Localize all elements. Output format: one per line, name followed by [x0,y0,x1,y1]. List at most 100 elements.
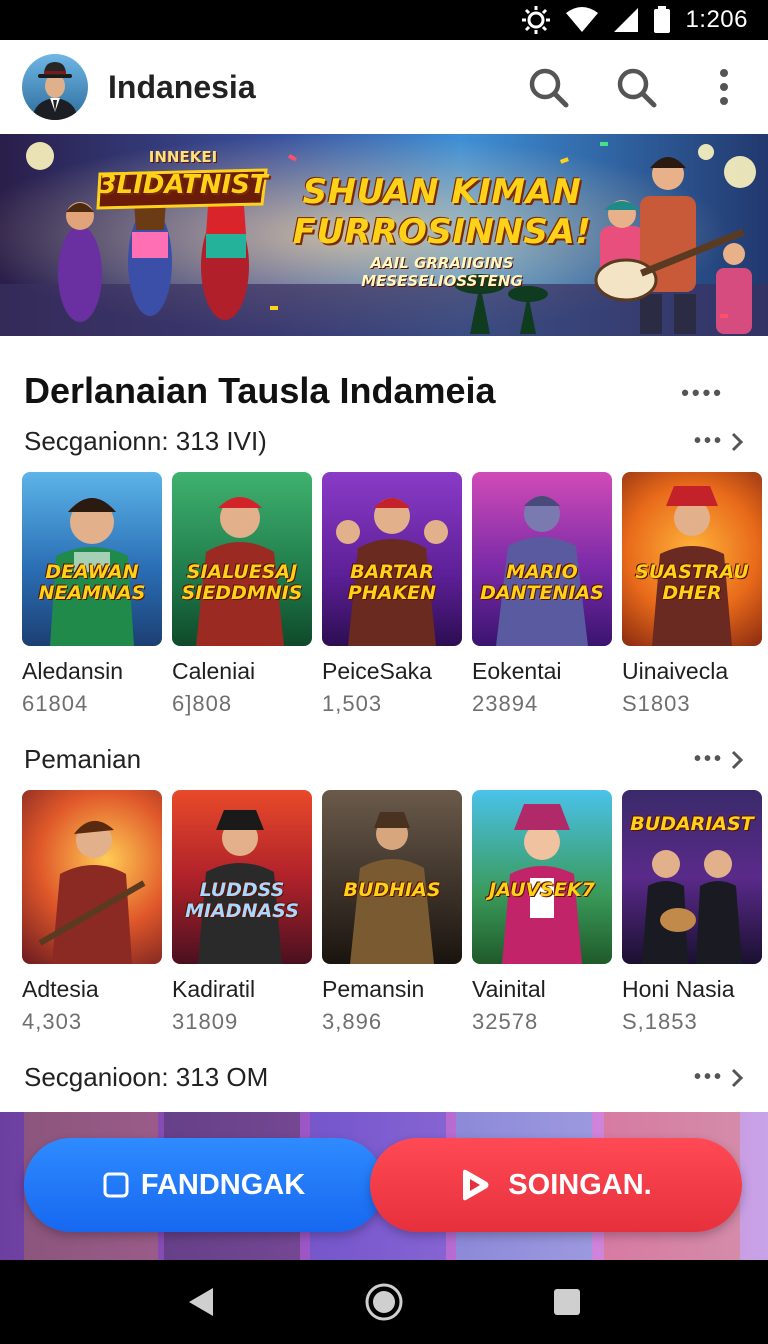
system-nav-bar [0,1260,768,1344]
chevron-right-icon [731,750,744,769]
chevron-right-icon [731,1068,744,1087]
game-card[interactable]: JAUVSEK7 Vainital 32578 [472,790,612,1035]
thumbnail-art-text: LUDDSS MIADNASS [185,879,299,922]
banner-logo: 3LIDATNIST [96,170,270,200]
recents-icon[interactable] [539,1274,595,1330]
thumbnail-art-text: BUDARIAST [630,813,754,835]
section-title: Pemanian [24,744,142,774]
banner-logo-text: 3LIDATNIST [98,170,268,200]
game-thumbnail: BARTAR PHAKEN [322,472,462,646]
page-title: Derlanaian Tausla Indameia [24,370,496,411]
card-count: 23894 [472,691,539,716]
thumbnail-art-text: BUDHIAS [343,879,441,901]
game-thumbnail: DEAWAN NEAMNAS [22,472,162,646]
wifi-icon [565,7,599,33]
banner-headline-line2: FURROSINNSA! [292,212,592,252]
card-title: Pemansin [322,976,425,1002]
card-title: PeiceSaka [322,658,432,684]
home-icon[interactable] [356,1274,412,1330]
chevron-right-icon [731,432,744,451]
game-card[interactable]: Adtesia 4,303 [22,790,162,1035]
banner-headline-line1: SHUAN KIMAN [302,172,582,212]
thumbnail-art-text: DEAWAN NEAMNAS [38,561,146,604]
app-title: Indanesia [108,68,256,105]
primary-action-button[interactable]: FANDNGAK [24,1138,384,1232]
section-title: Secganionn: 313 IVI) [24,426,267,456]
section-more-button[interactable]: ••• [694,1066,744,1089]
overflow-menu-icon[interactable] [702,65,746,109]
banner-headline-wrap: SHUAN KIMAN FURROSINNSA! AAIL GRRAIIGINS… [292,172,592,290]
card-title: Eokentai [472,658,562,684]
search-icon[interactable] [526,65,570,109]
screen: 1:206 Indanesia INNEKEI 3LIDATNIST SHUAN… [0,0,768,1344]
card-title: Uinaivecla [622,658,729,684]
section-title: Secganioon: 313 OM [24,1062,269,1092]
app-bar: Indanesia [0,40,768,134]
card-row: DEAWAN NEAMNAS Aledansin 61804 SIALUESAJ… [22,472,762,717]
search-icon[interactable] [614,65,658,109]
banner-subline: AAIL GRRAIIGINS MESESELIOSSTENG [361,254,523,290]
game-card[interactable]: BUDARIAST Honi Nasia S,1853 [622,790,762,1035]
section-header: Pemanian ••• [24,744,744,775]
status-bar: 1:206 [0,0,768,40]
signal-icon [613,7,639,33]
game-thumbnail [22,790,162,964]
content-area: Derlanaian Tausla Indameia •••• Secganio… [0,336,768,1112]
play-icon [463,1169,489,1201]
card-count: 6]808 [172,691,233,716]
card-count: 3,896 [322,1009,383,1034]
bottom-action-bar: FANDNGAK SOINGAN. [0,1112,768,1260]
back-icon[interactable] [173,1274,229,1330]
thumbnail-art-text: BARTAR PHAKEN [347,561,437,604]
card-row: Adtesia 4,303 LUDDSS MIADNASS Kadiratil … [22,790,762,1035]
battery-icon [653,6,671,34]
card-count: 61804 [22,691,89,716]
game-card[interactable]: SIALUESAJ SIEDDMNIS Caleniai 6]808 [172,472,312,717]
game-thumbnail: SUASTRAU DHER [622,472,762,646]
card-title: Vainital [472,976,546,1002]
thumbnail-art-text: MARIO DANTENIAS [480,561,604,604]
promo-banner[interactable]: INNEKEI 3LIDATNIST SHUAN KIMAN FURROSINN… [0,134,768,336]
section-more-button[interactable]: ••• [694,748,744,771]
game-card[interactable]: DEAWAN NEAMNAS Aledansin 61804 [22,472,162,717]
game-thumbnail: LUDDSS MIADNASS [172,790,312,964]
banner-logo-top: INNEKEI [108,148,258,167]
banner-logo-top-text: INNEKEI [148,148,218,166]
game-card[interactable]: BARTAR PHAKEN PeiceSaka 1,503 [322,472,462,717]
card-count: 31809 [172,1009,239,1034]
avatar[interactable] [22,54,88,120]
square-icon [103,1172,129,1198]
thumbnail-art-text: SUASTRAU DHER [635,561,749,604]
game-thumbnail: BUDHIAS [322,790,462,964]
section-header: Secganionn: 313 IVI) ••• [24,426,744,457]
section-header: Secganioon: 313 OM ••• [24,1062,744,1093]
game-card[interactable]: SUASTRAU DHER Uinaivecla S1803 [622,472,762,717]
card-title: Aledansin [22,658,124,684]
secondary-action-button[interactable]: SOINGAN. [370,1138,742,1232]
card-count: 4,303 [22,1009,83,1034]
card-title: Adtesia [22,976,99,1002]
more-options-icon[interactable]: •••• [681,380,724,406]
game-thumbnail: MARIO DANTENIAS [472,472,612,646]
game-thumbnail: SIALUESAJ SIEDDMNIS [172,472,312,646]
secondary-action-label: SOINGAN. [508,1168,652,1201]
card-count: S1803 [622,691,691,716]
game-thumbnail: JAUVSEK7 [472,790,612,964]
status-time: 1:206 [685,6,748,33]
game-card[interactable]: LUDDSS MIADNASS Kadiratil 31809 [172,790,312,1035]
card-title: Caleniai [172,658,256,684]
game-card[interactable]: MARIO DANTENIAS Eokentai 23894 [472,472,612,717]
card-count: 32578 [472,1009,539,1034]
card-title: Honi Nasia [622,976,735,1002]
section-more-button[interactable]: ••• [694,430,744,453]
brightness-icon [521,5,551,35]
card-title: Kadiratil [172,976,256,1002]
primary-action-label: FANDNGAK [140,1168,306,1201]
game-thumbnail: BUDARIAST [622,790,762,964]
app-actions [526,65,746,109]
thumbnail-art-text: SIALUESAJ SIEDDMNIS [181,561,303,604]
thumbnail-art-text: JAUVSEK7 [489,879,595,901]
game-card[interactable]: BUDHIAS Pemansin 3,896 [322,790,462,1035]
card-count: 1,503 [322,691,383,716]
card-count: S,1853 [622,1009,698,1034]
